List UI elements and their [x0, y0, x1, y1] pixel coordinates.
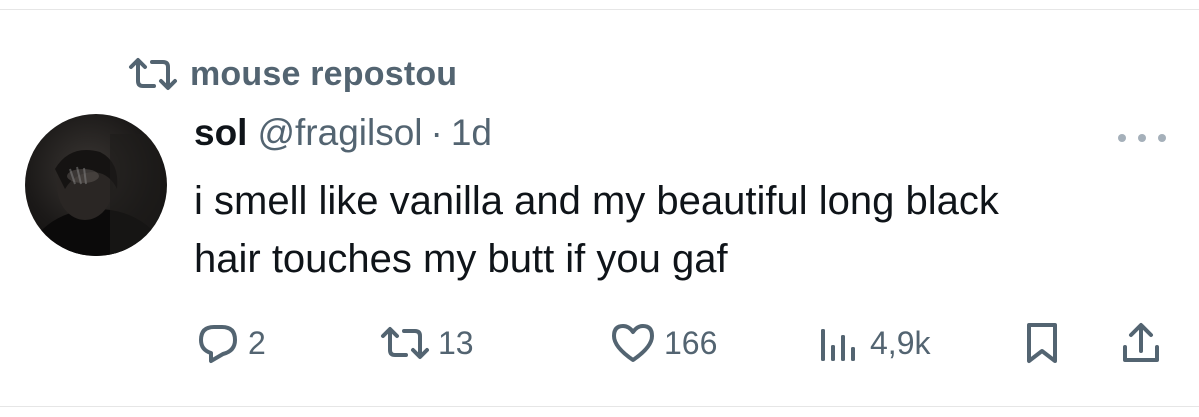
more-dot [1138, 134, 1146, 142]
more-options-icon[interactable] [1118, 128, 1166, 148]
tweet-text-line: i smell like vanilla and my beautiful lo… [194, 179, 999, 223]
reply-count: 2 [248, 324, 266, 361]
tweet-header: sol @fragilsol · 1d [194, 112, 492, 162]
share-icon [1120, 321, 1162, 365]
repost-icon [380, 325, 430, 361]
tweet-text-line: hair touches my butt if you gaf [194, 237, 728, 281]
repost-context[interactable]: mouse repostou [128, 52, 457, 96]
views-icon [818, 323, 862, 363]
user-handle[interactable]: @fragilsol [257, 112, 422, 154]
share-button[interactable] [1120, 318, 1162, 368]
top-divider [0, 9, 1199, 10]
like-button[interactable]: 166 [610, 318, 717, 368]
bookmark-button[interactable] [1024, 318, 1060, 368]
repost-label: mouse repostou [190, 54, 458, 93]
more-dot [1118, 134, 1126, 142]
reply-button[interactable]: 2 [196, 318, 266, 368]
avatar[interactable] [25, 114, 167, 256]
heart-icon [610, 322, 656, 364]
like-count: 166 [664, 324, 718, 361]
display-name[interactable]: sol [194, 112, 247, 154]
views-count: 4,9k [870, 324, 931, 361]
bookmark-icon [1024, 321, 1060, 365]
tweet-text: i smell like vanilla and my beautiful lo… [194, 172, 1174, 288]
tweet-card[interactable]: mouse repostou sol @fragilsol · 1d i sme… [0, 0, 1199, 417]
reply-icon [196, 321, 240, 365]
action-bar: 2 13 166 4,9k [0, 318, 1199, 368]
timestamp[interactable]: 1d [451, 112, 492, 154]
bottom-divider [0, 406, 1199, 407]
repost-icon [128, 56, 180, 92]
more-dot [1158, 134, 1166, 142]
repost-count: 13 [438, 324, 474, 361]
separator-dot: · [430, 112, 443, 153]
views-button[interactable]: 4,9k [818, 318, 930, 368]
repost-button[interactable]: 13 [380, 318, 474, 368]
